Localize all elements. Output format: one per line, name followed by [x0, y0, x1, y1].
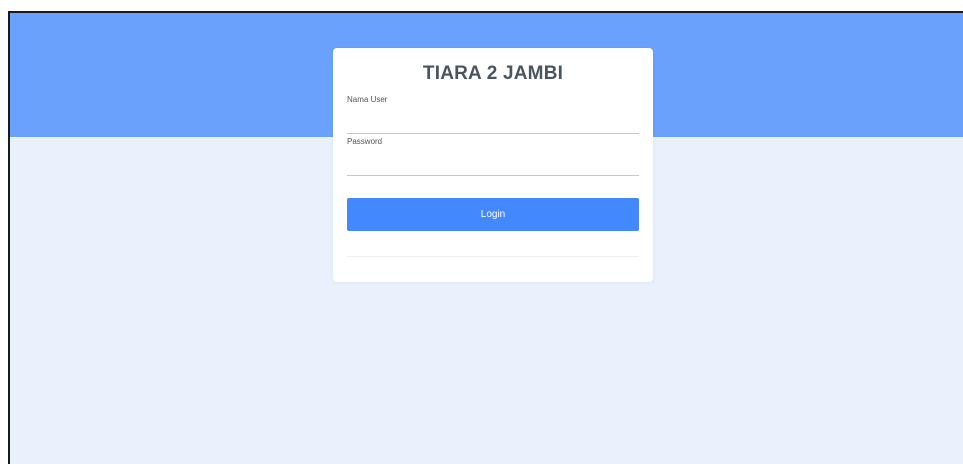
username-label: Nama User: [347, 95, 388, 104]
login-card: TIARA 2 JAMBI Nama User Password Login: [333, 48, 653, 282]
login-button[interactable]: Login: [347, 198, 639, 231]
browser-viewport: TIARA 2 JAMBI Nama User Password Login: [8, 11, 963, 464]
username-input[interactable]: [347, 112, 639, 134]
card-divider: [347, 256, 639, 257]
screen: TIARA 2 JAMBI Nama User Password Login: [0, 0, 963, 464]
app-title: TIARA 2 JAMBI: [422, 63, 564, 84]
password-label: Password: [347, 137, 383, 146]
password-input[interactable]: [347, 154, 639, 176]
